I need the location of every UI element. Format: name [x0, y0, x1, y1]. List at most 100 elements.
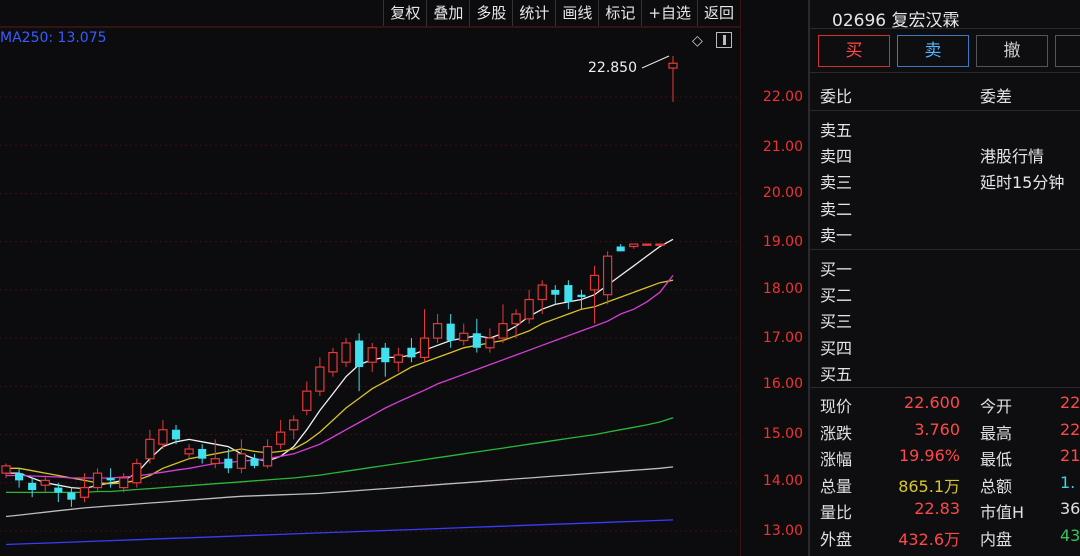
candle[interactable]	[158, 420, 168, 450]
candle[interactable]	[602, 251, 613, 305]
panel-toggle-icon[interactable]	[716, 32, 732, 48]
ma5-line	[6, 238, 674, 490]
candle[interactable]	[40, 475, 50, 493]
candle[interactable]	[616, 244, 625, 252]
quote-value: 22.83	[914, 499, 960, 518]
candle[interactable]	[564, 280, 573, 310]
candle[interactable]	[537, 280, 547, 314]
candle-body	[629, 243, 639, 248]
candle[interactable]	[498, 304, 508, 343]
diamond-icon[interactable]: ◇	[692, 33, 703, 49]
candle-body	[472, 333, 481, 348]
candle[interactable]	[655, 243, 665, 246]
candle[interactable]	[119, 473, 129, 493]
candle[interactable]	[459, 323, 469, 346]
candle[interactable]	[106, 468, 115, 488]
toolbar-multi-stock-button[interactable]: 多股	[469, 0, 513, 26]
candle[interactable]	[355, 333, 364, 392]
cancel-button[interactable]: 撤	[976, 35, 1048, 67]
quote-value: 432	[1060, 525, 1080, 545]
candle[interactable]	[15, 468, 24, 488]
buy-level-5: 买五	[820, 365, 853, 384]
candle[interactable]	[275, 420, 286, 450]
candle-body	[40, 479, 50, 486]
candle[interactable]	[446, 314, 455, 348]
candle[interactable]	[250, 453, 259, 469]
buy-level-3: 买三	[820, 312, 853, 331]
quote-label: 今开	[980, 397, 1013, 416]
toolbar-back-button[interactable]: 返回	[696, 0, 740, 26]
ma60-line	[6, 417, 674, 494]
ytick-label: 16.00	[762, 376, 803, 392]
toolbar-mark-button[interactable]: 标记	[598, 0, 642, 26]
kline-chart[interactable]	[0, 0, 740, 556]
candle-body	[485, 337, 495, 349]
high-price-pointer	[641, 55, 670, 69]
candle-body	[67, 492, 76, 500]
candle[interactable]	[341, 338, 351, 368]
candle[interactable]	[262, 439, 273, 469]
candle[interactable]	[198, 444, 207, 464]
chart-toolbar: 复权 叠加 多股 统计 画线 标记 +自选 返回	[383, 0, 740, 26]
sell-level-4: 卖四	[820, 147, 853, 166]
candle[interactable]	[224, 449, 233, 474]
candle[interactable]	[184, 444, 194, 459]
candle-body	[616, 246, 625, 252]
toolbar-stats-button[interactable]: 统计	[512, 0, 556, 26]
buy-button[interactable]: 买	[818, 35, 890, 67]
candle[interactable]	[367, 342, 377, 372]
sell-button[interactable]: 卖	[897, 35, 969, 67]
candle-body	[158, 429, 168, 445]
candle[interactable]	[472, 318, 481, 353]
ma250-label: MA250: 13.075	[0, 30, 107, 46]
candle[interactable]	[511, 309, 521, 339]
quote-label: 总额	[980, 476, 1013, 496]
candle[interactable]	[381, 342, 390, 377]
candle[interactable]	[629, 243, 639, 249]
extra-button[interactable]	[1055, 35, 1080, 67]
candle[interactable]	[132, 458, 142, 488]
candle[interactable]	[432, 314, 443, 343]
candle[interactable]	[589, 265, 600, 324]
quote-value: 21	[1060, 446, 1080, 465]
candle[interactable]	[28, 477, 37, 498]
quote-value: 1.	[1060, 472, 1076, 492]
price-axis: 22.00 21.00 20.00 19.00 18.00 17.00 16.0…	[740, 0, 809, 556]
candle[interactable]	[328, 347, 338, 377]
candle[interactable]	[668, 56, 678, 102]
quote-value: 36	[1060, 499, 1080, 518]
toolbar-draw-line-button[interactable]: 画线	[555, 0, 599, 26]
toolbar-restore-rights-button[interactable]: 复权	[383, 0, 427, 26]
candle[interactable]	[145, 429, 155, 464]
candle[interactable]	[67, 487, 76, 507]
ytick-label: 22.00	[762, 89, 803, 105]
quote-value: 3.760	[914, 419, 960, 439]
candle[interactable]	[315, 357, 325, 396]
quote-label: 总量	[820, 476, 853, 496]
candle[interactable]	[419, 309, 430, 363]
candle[interactable]	[524, 289, 534, 324]
quote-label: 内盘	[980, 529, 1013, 549]
candle-body	[15, 473, 24, 481]
sell-level-5: 卖五	[820, 121, 853, 140]
candle[interactable]	[485, 328, 495, 353]
candle[interactable]	[302, 381, 312, 416]
candle[interactable]	[393, 347, 404, 372]
toolbar-add-watchlist-button[interactable]: +自选	[641, 0, 697, 26]
candle[interactable]	[289, 415, 299, 440]
candle[interactable]	[642, 243, 652, 246]
candle-body	[537, 284, 547, 301]
candle-body	[275, 431, 286, 445]
quote-label: 现价	[820, 397, 853, 416]
quote-label: 外盘	[820, 529, 853, 549]
quote-label: 涨幅	[820, 450, 853, 469]
candle-body	[198, 449, 207, 459]
toolbar-overlay-button[interactable]: 叠加	[426, 0, 470, 26]
ytick-label: 20.00	[762, 185, 803, 201]
candle[interactable]	[407, 338, 416, 363]
candle[interactable]	[551, 285, 560, 305]
kline-chart-area[interactable]: MA250: 13.075 22.850 复权 叠加 多股 统计 画线 标记 +…	[0, 0, 740, 556]
candle[interactable]	[92, 468, 103, 493]
candle[interactable]	[236, 439, 247, 474]
candle-body	[302, 390, 312, 412]
